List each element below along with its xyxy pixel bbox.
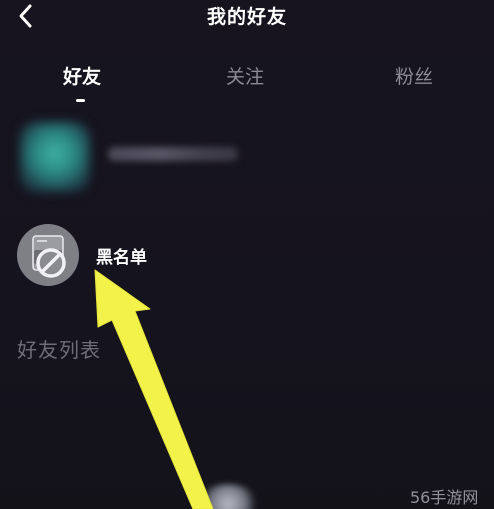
tab-following[interactable]: 关注 — [215, 62, 275, 89]
tab-fans[interactable]: 粉丝 — [384, 62, 444, 89]
tab-friends[interactable]: 好友 — [52, 62, 112, 89]
block-icon — [17, 224, 79, 286]
active-tab-indicator — [76, 99, 85, 102]
page-title: 我的好友 — [206, 6, 287, 28]
bottom-avatar-glow — [196, 484, 260, 509]
list-item[interactable] — [12, 114, 482, 198]
friends-screen: 我的好友 好友 关注 粉丝 黑名单 好友列表 56手游网 — [0, 0, 494, 509]
blurred-avatar — [20, 122, 90, 192]
blurred-name — [108, 147, 238, 161]
blacklist-item[interactable]: 黑名单 — [12, 218, 482, 294]
friends-list-header: 好友列表 — [17, 338, 101, 362]
blacklist-label: 黑名单 — [96, 248, 147, 268]
watermark: 56手游网 — [410, 488, 479, 507]
